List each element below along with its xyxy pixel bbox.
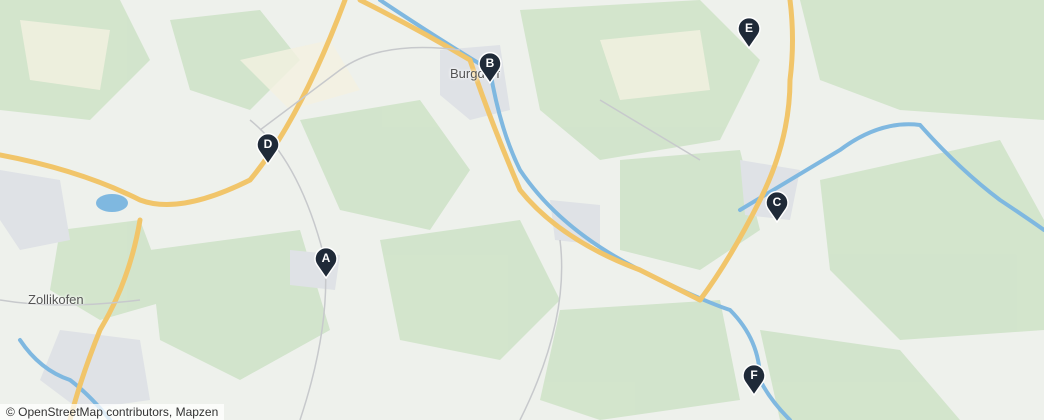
marker-label: D — [263, 137, 273, 151]
marker-label: F — [750, 368, 758, 382]
place-label-zollikofen: Zollikofen — [28, 292, 84, 307]
lake — [96, 194, 128, 212]
map-marker-d[interactable]: D — [255, 131, 281, 165]
marker-label: E — [744, 21, 753, 35]
marker-label: C — [772, 195, 782, 209]
forest-areas — [0, 0, 1044, 420]
map-marker-e[interactable]: E — [736, 15, 762, 49]
map-marker-a[interactable]: A — [313, 245, 339, 279]
map-marker-f[interactable]: F — [741, 362, 767, 396]
marker-label: B — [485, 56, 495, 70]
map-attribution[interactable]: © OpenStreetMap contributors, Mapzen — [0, 404, 225, 420]
marker-label: A — [321, 251, 331, 265]
map-marker-b[interactable]: B — [477, 50, 503, 84]
map-marker-c[interactable]: C — [764, 189, 790, 223]
map-canvas[interactable]: Burgdorf Zollikofen A B C D E F © OpenSt… — [0, 0, 1044, 420]
map-base-layer — [0, 0, 1044, 420]
